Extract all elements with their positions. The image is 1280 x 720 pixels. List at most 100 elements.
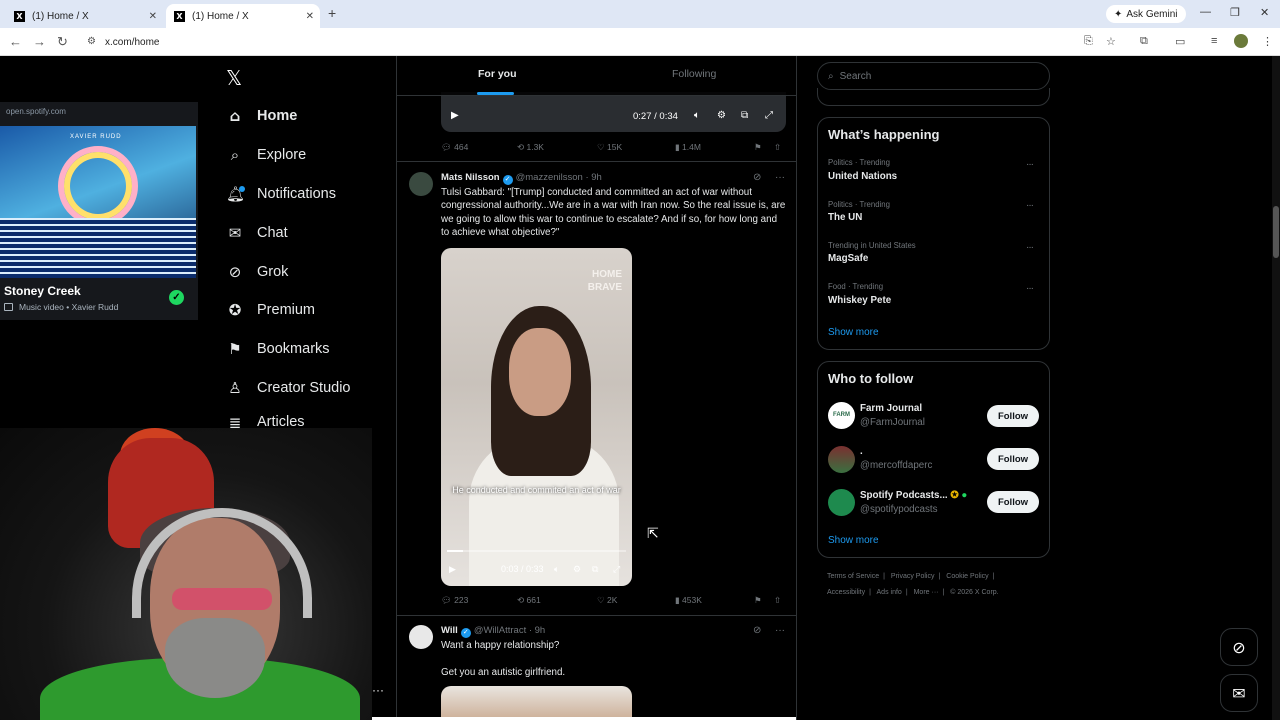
trend-name[interactable]: The UN bbox=[828, 212, 862, 223]
share-icon[interactable]: ⇧ bbox=[774, 595, 781, 606]
x-logo-icon[interactable]: 𝕏 bbox=[226, 66, 242, 90]
media-icon[interactable]: ≡ bbox=[1211, 35, 1217, 47]
footer-link[interactable]: More ··· bbox=[914, 589, 939, 596]
trend-more-icon[interactable]: ··· bbox=[1026, 159, 1034, 170]
play-icon[interactable]: ▶ bbox=[449, 564, 456, 575]
avatar[interactable] bbox=[409, 172, 433, 196]
sidebar-icon[interactable]: ▭ bbox=[1175, 35, 1185, 48]
trend-name[interactable]: United Nations bbox=[828, 171, 897, 182]
nav-bookmarks[interactable]: ⚑ Bookmarks bbox=[226, 337, 329, 361]
ask-gemini-button[interactable]: ✦ Ask Gemini bbox=[1106, 5, 1186, 23]
nav-grok[interactable]: ⊘ Grok bbox=[226, 260, 289, 284]
settings-icon[interactable]: ⚙ bbox=[717, 110, 726, 121]
tab-following[interactable]: Following bbox=[672, 68, 716, 80]
back-icon[interactable]: ← bbox=[9, 34, 22, 49]
trend-name[interactable]: Whiskey Pete bbox=[828, 295, 891, 306]
nav-chat[interactable]: ✉ Chat bbox=[226, 221, 288, 245]
spotify-mini-player[interactable]: open.spotify.com XAVIER RUDD Stoney Cree… bbox=[0, 102, 198, 320]
follow-button[interactable]: Follow bbox=[987, 405, 1039, 427]
footer-link[interactable]: Accessibility bbox=[827, 589, 865, 596]
scrollbar-thumb[interactable] bbox=[1273, 206, 1279, 258]
extensions-icon[interactable]: ⧉ bbox=[1140, 35, 1148, 48]
avatar[interactable]: FARM bbox=[828, 402, 855, 429]
repost-button[interactable]: ⟲ 1.3K bbox=[517, 142, 544, 153]
author-name[interactable]: Mats Nilsson bbox=[441, 172, 500, 183]
nav-home[interactable]: ⌂ Home bbox=[226, 104, 298, 128]
pip-icon[interactable]: ⧉ bbox=[741, 110, 748, 121]
repost-button[interactable]: ⟲ 661 bbox=[517, 595, 541, 606]
trend-name[interactable]: MagSafe bbox=[828, 253, 868, 264]
author-handle[interactable]: @mazzenilsson · 9h bbox=[516, 172, 602, 183]
more-icon[interactable]: ··· bbox=[372, 683, 384, 697]
footer-link[interactable]: Privacy Policy bbox=[891, 573, 935, 580]
reply-button[interactable]: 💬︎ 464 bbox=[441, 142, 468, 153]
show-more-link[interactable]: Show more bbox=[828, 327, 879, 338]
like-button[interactable]: ♡ 2K bbox=[597, 595, 617, 606]
new-tab-icon[interactable]: + bbox=[328, 5, 336, 21]
nav-notifications[interactable]: 🔔︎ Notifications bbox=[226, 182, 336, 206]
saved-check-icon[interactable]: ✓ bbox=[169, 290, 184, 305]
grok-button[interactable]: ⊘ bbox=[1220, 628, 1258, 666]
fullscreen-icon[interactable]: ⤢ bbox=[613, 564, 620, 575]
search-input[interactable]: ⌕ Search bbox=[817, 62, 1050, 90]
reply-button[interactable]: 💬︎ 223 bbox=[441, 595, 468, 606]
grok-post-icon[interactable]: ⊘ bbox=[753, 625, 761, 636]
avatar[interactable] bbox=[409, 625, 433, 649]
trend-more-icon[interactable]: ··· bbox=[1026, 200, 1034, 211]
follow-button[interactable]: Follow bbox=[987, 448, 1039, 470]
tab-for-you[interactable]: For you bbox=[478, 68, 517, 80]
reload-icon[interactable]: ↻ bbox=[57, 34, 68, 50]
site-info-icon[interactable]: ⚙ bbox=[87, 36, 96, 47]
volume-icon[interactable]: 🔈︎ bbox=[694, 110, 700, 121]
show-more-link[interactable]: Show more bbox=[828, 535, 879, 546]
post-more-icon[interactable]: ··· bbox=[775, 172, 785, 183]
close-window-icon[interactable]: ✕ bbox=[1260, 6, 1269, 19]
video-progress[interactable] bbox=[447, 550, 626, 552]
author-handle[interactable]: @WillAttract · 9h bbox=[474, 625, 545, 636]
post-media[interactable] bbox=[441, 686, 632, 720]
messages-button[interactable]: ✉ bbox=[1220, 674, 1258, 712]
menu-icon[interactable]: ⋮ bbox=[1262, 35, 1273, 48]
close-tab-icon[interactable]: ✕ bbox=[149, 11, 157, 22]
account-name[interactable]: . bbox=[860, 446, 863, 457]
restore-icon[interactable]: ❐ bbox=[1230, 6, 1240, 19]
profile-avatar[interactable] bbox=[1234, 34, 1248, 48]
forward-icon[interactable]: → bbox=[33, 34, 46, 49]
play-icon[interactable]: ▶ bbox=[451, 110, 459, 121]
install-icon[interactable]: ⎘ bbox=[1084, 35, 1093, 48]
follow-button[interactable]: Follow bbox=[987, 491, 1039, 513]
bookmark-star-icon[interactable]: ☆ bbox=[1106, 35, 1116, 48]
nav-creator-studio[interactable]: ♙ Creator Studio bbox=[226, 376, 350, 400]
grok-post-icon[interactable]: ⊘ bbox=[753, 172, 761, 183]
fullscreen-icon[interactable]: ⤢ bbox=[765, 110, 773, 121]
address-bar[interactable]: ⚙ x.com/home bbox=[85, 31, 1135, 53]
avatar[interactable] bbox=[828, 446, 855, 473]
avatar[interactable] bbox=[828, 489, 855, 516]
bookmark-icon[interactable]: ⚑ bbox=[754, 595, 762, 606]
video-player[interactable]: HOME BRAVE He conducted and commited an a… bbox=[441, 248, 632, 586]
views-button[interactable]: ▮ 453K bbox=[675, 595, 702, 606]
share-icon[interactable]: ⇧ bbox=[774, 142, 781, 153]
author-name[interactable]: Will bbox=[441, 625, 458, 636]
settings-icon[interactable]: ⚙ bbox=[573, 564, 581, 575]
pip-icon[interactable]: ⧉ bbox=[592, 564, 598, 575]
browser-tab-active[interactable]: X (1) Home / X ✕ bbox=[166, 4, 320, 28]
minimize-icon[interactable]: — bbox=[1200, 6, 1211, 18]
video-player[interactable]: ▶ 0:27 / 0:34 🔈︎ ⚙ ⧉ ⤢ bbox=[441, 92, 786, 132]
post-more-icon[interactable]: ··· bbox=[775, 625, 785, 636]
like-button[interactable]: ♡ 15K bbox=[597, 142, 622, 153]
footer-link[interactable]: Terms of Service bbox=[827, 573, 879, 580]
close-tab-icon[interactable]: ✕ bbox=[306, 11, 314, 22]
footer-link[interactable]: Cookie Policy bbox=[946, 573, 988, 580]
trend-more-icon[interactable]: ··· bbox=[1026, 242, 1034, 253]
views-button[interactable]: ▮ 1.4M bbox=[675, 142, 701, 153]
account-name[interactable]: Farm Journal bbox=[860, 403, 922, 414]
nav-articles[interactable]: ≣ Articles bbox=[226, 414, 305, 428]
nav-premium[interactable]: ✪ Premium bbox=[226, 298, 315, 322]
browser-tab[interactable]: X (1) Home / X ✕ bbox=[6, 4, 163, 28]
volume-icon[interactable]: 🔈︎ bbox=[554, 564, 559, 575]
footer-link[interactable]: Ads info bbox=[877, 589, 902, 596]
scrollbar[interactable] bbox=[1272, 56, 1280, 720]
trend-more-icon[interactable]: ··· bbox=[1026, 283, 1034, 294]
account-name[interactable]: Spotify Podcasts... ✪ ● bbox=[860, 490, 967, 501]
